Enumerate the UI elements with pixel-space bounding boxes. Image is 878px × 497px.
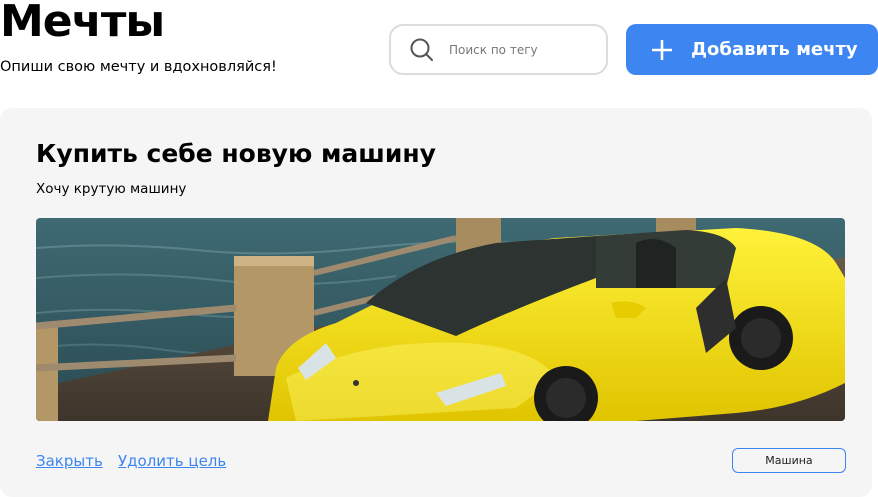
add-dream-button-label: Добавить мечту xyxy=(691,39,858,60)
dream-image xyxy=(36,218,845,421)
plus-icon xyxy=(651,39,673,60)
tag-badge[interactable]: Машина xyxy=(732,448,846,473)
dream-card: Купить себе новую машину Хочу крутую маш… xyxy=(0,108,872,497)
page-subtitle: Опиши свою мечту и вдохновляйся! xyxy=(0,59,277,75)
search-input[interactable] xyxy=(449,42,599,57)
dream-title: Купить себе новую машину xyxy=(36,139,436,168)
search-icon xyxy=(409,37,435,63)
dreams-page: Мечты Опиши свою мечту и вдохновляйся! Д… xyxy=(0,0,878,497)
car-photo xyxy=(36,218,845,421)
search-box[interactable] xyxy=(389,24,608,75)
dream-description: Хочу крутую машину xyxy=(36,181,187,197)
add-dream-button[interactable]: Добавить мечту xyxy=(626,24,878,75)
page-title: Мечты xyxy=(0,0,165,47)
close-link[interactable]: Закрыть xyxy=(36,452,103,470)
delete-goal-link[interactable]: Удолить цель xyxy=(118,452,226,470)
